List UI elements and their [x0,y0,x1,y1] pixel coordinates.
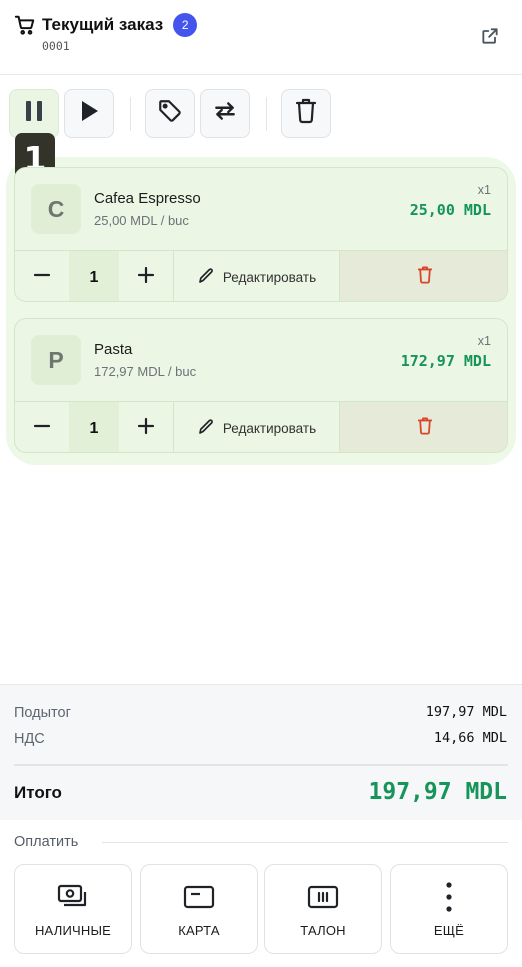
item-total: 172,97 MDL [400,352,491,370]
page-title: Текущий заказ [42,15,164,34]
quantity-field[interactable]: 1 [69,402,119,452]
pay-cash-label: НАЛИЧНЫЕ [34,923,112,938]
pay-voucher-button[interactable]: ТАЛОН [264,864,382,954]
discount-button[interactable] [145,89,195,138]
plus-icon [137,417,155,440]
item-qty-label: x1 [477,183,491,197]
totals-divider [14,764,508,766]
cash-icon [57,882,89,912]
play-icon [78,99,100,128]
item-avatar: P [31,335,81,385]
item-avatar: C [31,184,81,234]
pencil-icon [197,418,215,439]
item-name: Pasta [94,341,133,358]
edit-item-button[interactable]: Редактировать [173,251,339,301]
item-qty-label: x1 [477,334,491,348]
quantity-field[interactable]: 1 [69,251,119,301]
delete-item-button[interactable] [339,402,507,452]
swap-icon [212,98,238,129]
voucher-icon [307,882,339,912]
grand-total-value: 197,97 MDL [368,779,507,805]
pause-icon [23,99,45,128]
totals-panel: Подытог 197,97 MDL НДС 14,66 MDL Итого 1… [0,684,522,820]
increase-quantity-button[interactable] [119,402,173,452]
trash-icon [417,266,433,289]
pay-more-label: ЕЩЁ [433,923,465,938]
pay-card-button[interactable]: КАРТА [140,864,258,954]
grand-total-label: Итого [14,783,62,802]
item-controls: 1 Редактировать [15,401,507,452]
header-title-row: Текущий заказ 2 [14,13,198,37]
pay-more-button[interactable]: ЕЩЁ [390,864,508,954]
pay-cash-button[interactable]: НАЛИЧНЫЕ [14,864,132,954]
card-icon [183,882,215,912]
pencil-icon [197,267,215,288]
plus-icon [137,266,155,289]
order-number: 0001 [42,39,70,53]
item-count-badge: 2 [173,13,198,37]
order-header: Текущий заказ 2 0001 [0,0,522,75]
decrease-quantity-button[interactable] [15,402,69,452]
subtotal-value: 197,97 MDL [425,704,507,720]
open-external-button[interactable] [479,27,501,49]
decrease-quantity-button[interactable] [15,251,69,301]
trash-icon [295,98,317,129]
vat-value: 14,66 MDL [433,730,507,746]
transfer-button[interactable] [200,89,250,138]
edit-item-button[interactable]: Редактировать [173,402,339,452]
item-unit-price: 172,97 MDL / buc [94,364,197,379]
item-name: Cafea Espresso [94,190,201,207]
item-controls: 1 Редактировать [15,250,507,301]
pay-card-label: КАРТА [178,923,220,938]
edit-item-label: Редактировать [222,270,317,285]
pause-order-button[interactable] [9,89,59,138]
delete-item-button[interactable] [339,251,507,301]
tag-icon [157,98,183,129]
toolbar-divider [266,97,267,131]
minus-icon [33,266,51,289]
subtotal-label: Подытог [14,705,71,721]
edit-item-label: Редактировать [222,421,317,436]
trash-icon [417,417,433,440]
order-item[interactable]: P Pasta 172,97 MDL / buc x1 172,97 MDL 1… [14,318,508,453]
increase-quantity-button[interactable] [119,251,173,301]
pay-voucher-label: ТАЛОН [300,923,346,938]
cart-icon [14,14,36,36]
item-total: 25,00 MDL [409,201,491,219]
item-unit-price: 25,00 MDL / buc [94,213,189,228]
external-link-icon [480,26,500,51]
toolbar-divider [130,97,131,131]
more-vertical-icon [445,882,453,912]
vat-label: НДС [14,731,45,747]
payment-section-label: Оплатить [14,834,79,850]
order-item[interactable]: C Cafea Espresso 25,00 MDL / buc x1 25,0… [14,167,508,302]
clear-order-button[interactable] [281,89,331,138]
payment-divider [102,842,508,843]
resume-order-button[interactable] [64,89,114,138]
minus-icon [33,417,51,440]
